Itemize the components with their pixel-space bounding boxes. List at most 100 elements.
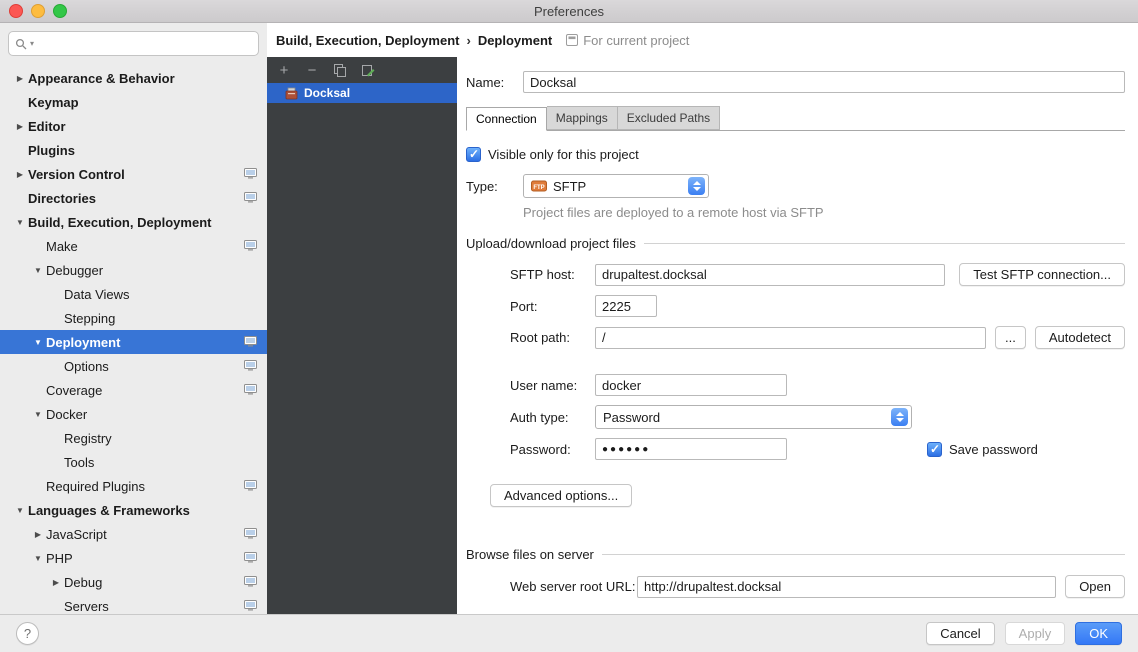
sidebar-item-javascript[interactable]: ▶JavaScript (0, 522, 267, 546)
apply-button[interactable]: Apply (1005, 622, 1066, 645)
sftp-icon: FTP (531, 180, 547, 192)
remove-server-icon[interactable]: − (303, 61, 321, 79)
server-list-item-docksal[interactable]: Docksal (267, 83, 457, 103)
tab-mappings[interactable]: Mappings (547, 106, 618, 130)
search-dropdown-arrow-icon[interactable]: ▾ (30, 39, 34, 48)
advanced-options-button[interactable]: Advanced options... (490, 484, 632, 507)
sidebar-item-php[interactable]: ▼PHP (0, 546, 267, 570)
test-sftp-connection-button[interactable]: Test SFTP connection... (959, 263, 1125, 286)
type-help-text: Project files are deployed to a remote h… (523, 205, 1125, 220)
sidebar-item-servers[interactable]: Servers (0, 594, 267, 614)
sidebar-item-label: Appearance & Behavior (28, 71, 175, 86)
user-name-input[interactable] (595, 374, 787, 396)
sidebar-item-required-plugins[interactable]: Required Plugins (0, 474, 267, 498)
collapse-arrow-icon[interactable]: ▼ (30, 410, 46, 419)
close-button[interactable] (9, 4, 23, 18)
autodetect-button[interactable]: Autodetect (1035, 326, 1125, 349)
breadcrumb-page: Deployment (478, 33, 552, 48)
zoom-button[interactable] (53, 4, 67, 18)
breadcrumb-separator: › (466, 33, 470, 48)
collapse-arrow-icon[interactable]: ▼ (12, 506, 28, 515)
section-divider (602, 554, 1125, 555)
auth-type-select-stepper-icon[interactable] (891, 408, 908, 426)
sidebar-item-tools[interactable]: Tools (0, 450, 267, 474)
web-root-label: Web server root URL: (510, 579, 637, 594)
expand-arrow-icon[interactable]: ▶ (12, 170, 28, 179)
sidebar-item-make[interactable]: Make (0, 234, 267, 258)
breadcrumb-category[interactable]: Build, Execution, Deployment (276, 33, 459, 48)
visible-only-row: Visible only for this project (466, 147, 1125, 162)
minimize-button[interactable] (31, 4, 45, 18)
sidebar-item-options[interactable]: Options (0, 354, 267, 378)
collapse-arrow-icon[interactable]: ▼ (30, 338, 46, 347)
sidebar-item-label: Registry (64, 431, 112, 446)
sidebar-item-build-execution-deployment[interactable]: ▼Build, Execution, Deployment (0, 210, 267, 234)
root-path-input[interactable] (595, 327, 986, 349)
sidebar-item-editor[interactable]: ▶Editor (0, 114, 267, 138)
web-root-input[interactable] (637, 576, 1056, 598)
window-title: Preferences (0, 4, 1138, 19)
sidebar-item-plugins[interactable]: Plugins (0, 138, 267, 162)
expand-arrow-icon[interactable]: ▶ (12, 74, 28, 83)
server-list: Docksal (267, 83, 457, 614)
sidebar-item-registry[interactable]: Registry (0, 426, 267, 450)
save-password-checkbox[interactable] (927, 442, 942, 457)
sidebar-item-label: Version Control (28, 167, 125, 182)
name-row: Name: (466, 71, 1125, 93)
web-root-row: Web server root URL: Open (510, 575, 1125, 598)
sidebar-item-deployment[interactable]: ▼Deployment (0, 330, 267, 354)
save-password-row: Save password (927, 442, 1038, 457)
sidebar-item-debugger[interactable]: ▼Debugger (0, 258, 267, 282)
per-project-setting-icon (244, 360, 257, 371)
port-row: Port: (510, 295, 1125, 317)
collapse-arrow-icon[interactable]: ▼ (30, 554, 46, 563)
type-select-stepper-icon[interactable] (688, 177, 705, 195)
expand-arrow-icon[interactable]: ▶ (48, 578, 64, 587)
per-project-setting-icon (244, 552, 257, 563)
collapse-arrow-icon[interactable]: ▼ (12, 218, 28, 227)
sidebar-item-languages-frameworks[interactable]: ▼Languages & Frameworks (0, 498, 267, 522)
per-project-setting-icon (244, 384, 257, 395)
edit-server-icon[interactable] (359, 61, 377, 79)
visible-only-checkbox[interactable] (466, 147, 481, 162)
password-label: Password: (510, 442, 595, 457)
sidebar-item-debug[interactable]: ▶Debug (0, 570, 267, 594)
expand-arrow-icon[interactable]: ▶ (30, 530, 46, 539)
settings-search-field[interactable]: ▾ (8, 31, 259, 56)
open-button[interactable]: Open (1065, 575, 1125, 598)
settings-tree: ▶Appearance & BehaviorKeymap▶EditorPlugi… (0, 64, 267, 614)
auth-type-label: Auth type: (510, 410, 595, 425)
auth-type-select[interactable]: Password (595, 405, 912, 429)
collapse-arrow-icon[interactable]: ▼ (30, 266, 46, 275)
sidebar-item-label: Stepping (64, 311, 115, 326)
sidebar-item-coverage[interactable]: Coverage (0, 378, 267, 402)
help-button[interactable]: ? (16, 622, 39, 645)
sidebar-item-directories[interactable]: Directories (0, 186, 267, 210)
name-input[interactable] (523, 71, 1125, 93)
expand-arrow-icon[interactable]: ▶ (12, 122, 28, 131)
copy-server-icon[interactable] (331, 61, 349, 79)
sidebar-item-docker[interactable]: ▼Docker (0, 402, 267, 426)
password-input[interactable] (595, 438, 787, 460)
sidebar-item-appearance-behavior[interactable]: ▶Appearance & Behavior (0, 66, 267, 90)
sidebar-item-version-control[interactable]: ▶Version Control (0, 162, 267, 186)
sidebar-item-keymap[interactable]: Keymap (0, 90, 267, 114)
sftp-host-input[interactable] (595, 264, 945, 286)
root-path-browse-button[interactable]: ... (995, 326, 1026, 349)
sidebar-item-data-views[interactable]: Data Views (0, 282, 267, 306)
root-path-row: Root path: ... Autodetect (510, 326, 1125, 349)
add-server-icon[interactable]: + (275, 61, 293, 79)
port-input[interactable] (595, 295, 657, 317)
sidebar-item-label: Options (64, 359, 109, 374)
tab-strip: Connection Mappings Excluded Paths (466, 106, 1125, 131)
port-label: Port: (510, 299, 595, 314)
sidebar-item-stepping[interactable]: Stepping (0, 306, 267, 330)
tab-excluded-paths[interactable]: Excluded Paths (618, 106, 720, 130)
type-select[interactable]: FTP SFTP (523, 174, 709, 198)
cancel-button[interactable]: Cancel (926, 622, 994, 645)
tab-connection[interactable]: Connection (466, 107, 547, 131)
sidebar-item-label: Languages & Frameworks (28, 503, 190, 518)
sidebar-item-label: Servers (64, 599, 109, 614)
ok-button[interactable]: OK (1075, 622, 1122, 645)
sidebar-item-label: Coverage (46, 383, 102, 398)
